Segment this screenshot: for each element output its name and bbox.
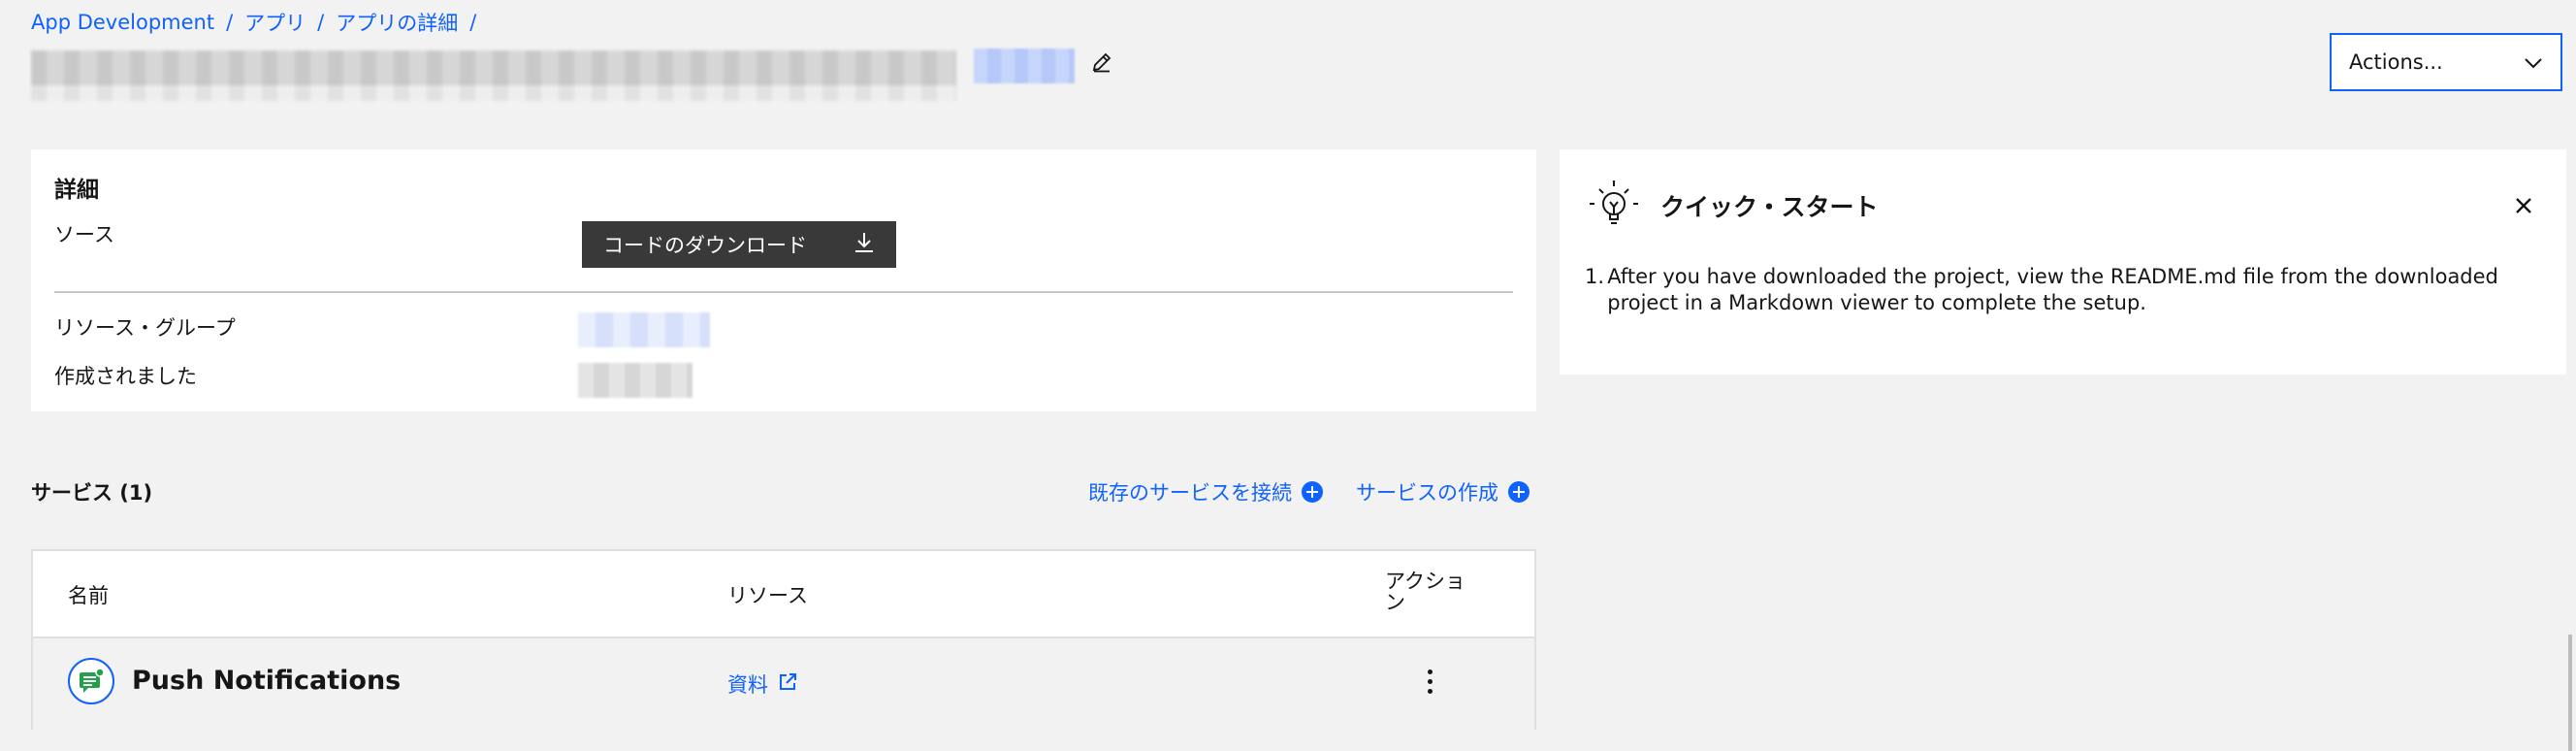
redacted-app-name — [31, 50, 956, 101]
resource-group-label: リソース・グループ — [54, 316, 236, 340]
download-code-button-label: コードのダウンロード — [603, 234, 807, 257]
step-text: After you have downloaded the project, v… — [1607, 265, 2498, 314]
redacted-resource-group — [578, 312, 710, 347]
quick-start-panel: クイック・スタート 1. After you have downloaded t… — [1560, 149, 2566, 375]
edit-icon[interactable] — [1088, 49, 1115, 76]
service-docs-link[interactable]: 資料 — [727, 669, 797, 699]
actions-dropdown[interactable]: Actions... — [2330, 33, 2562, 91]
breadcrumb-separator: / — [317, 11, 325, 34]
breadcrumb-apps[interactable]: アプリ — [244, 8, 306, 37]
breadcrumb-separator: / — [469, 11, 477, 34]
scrollbar[interactable] — [2568, 635, 2572, 751]
created-label: 作成されました — [54, 365, 197, 388]
create-service-link[interactable]: サービスの作成 — [1356, 477, 1530, 506]
breadcrumb-app-details[interactable]: アプリの詳細 — [336, 8, 458, 37]
table-header: 名前 リソース アクション — [33, 551, 1534, 637]
column-header-name: 名前 — [68, 584, 109, 607]
page-title — [31, 45, 1115, 101]
details-heading: 詳細 — [54, 178, 99, 203]
details-card: 詳細 ソース コードのダウンロード リソース・グループ 作成されました — [31, 149, 1536, 411]
quick-start-step: 1. After you have downloaded the project… — [1585, 264, 2535, 316]
chevron-down-icon — [2524, 50, 2543, 74]
push-notifications-icon — [68, 658, 114, 704]
download-code-button[interactable]: コードのダウンロード — [582, 221, 896, 268]
redacted-app-tag — [974, 49, 1075, 83]
divider — [54, 291, 1513, 293]
source-label: ソース — [54, 223, 114, 246]
step-number: 1. — [1585, 265, 1605, 288]
services-title: サービス (1) — [31, 481, 153, 505]
actions-dropdown-label: Actions... — [2349, 50, 2443, 74]
add-circle-icon — [1302, 481, 1323, 503]
create-service-label: サービスの作成 — [1356, 481, 1498, 505]
services-table: 名前 リソース アクション Push Notifications 資料 — [31, 549, 1536, 730]
breadcrumb: App Development / アプリ / アプリの詳細 / — [31, 8, 488, 37]
column-header-actions: アクション — [1385, 570, 1465, 614]
column-header-resource: リソース — [727, 584, 808, 607]
overflow-menu-icon[interactable] — [1418, 660, 1441, 702]
external-link-icon — [778, 672, 797, 697]
quick-start-title: クイック・スタート — [1660, 193, 1879, 221]
connect-existing-service-link[interactable]: 既存のサービスを接続 — [1088, 477, 1323, 506]
breadcrumb-app-development[interactable]: App Development — [31, 11, 214, 34]
breadcrumb-separator: / — [226, 11, 234, 34]
download-icon — [853, 231, 875, 259]
add-circle-icon — [1508, 481, 1530, 503]
redacted-created-date — [578, 363, 692, 398]
lightbulb-icon — [1587, 177, 1641, 231]
close-icon[interactable] — [2510, 192, 2537, 219]
connect-existing-service-label: 既存のサービスを接続 — [1088, 481, 1292, 505]
service-docs-label: 資料 — [727, 673, 768, 697]
table-row: Push Notifications 資料 — [33, 637, 1534, 730]
service-name[interactable]: Push Notifications — [132, 666, 401, 696]
